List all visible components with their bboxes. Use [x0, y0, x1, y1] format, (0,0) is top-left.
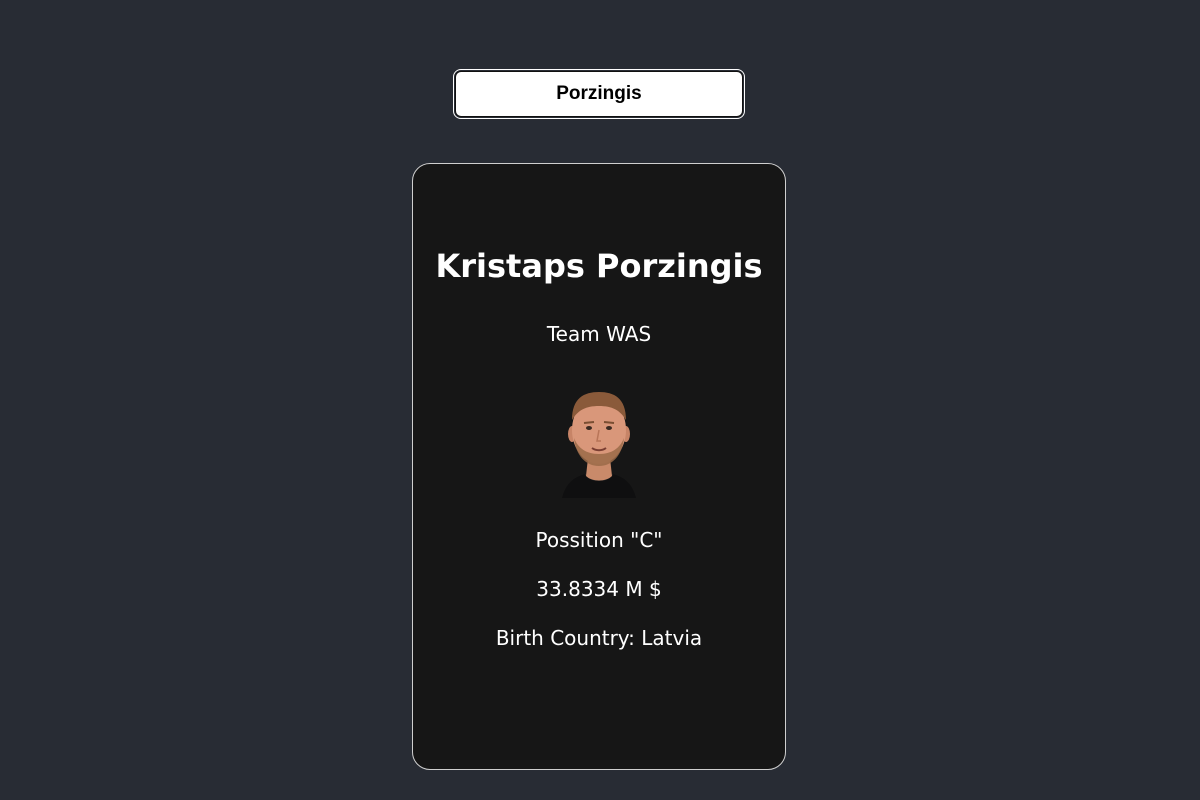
player-search-input[interactable] — [453, 69, 745, 119]
player-card: Kristaps Porzingis Team WAS Possition "C… — [412, 163, 786, 770]
player-team: Team WAS — [546, 322, 652, 346]
player-position: Possition "C" — [535, 528, 663, 552]
player-photo — [562, 392, 636, 498]
player-name: Kristaps Porzingis — [435, 247, 763, 285]
player-birth-country: Birth Country: Latvia — [495, 626, 703, 650]
player-salary: 33.8334 M $ — [536, 577, 662, 601]
